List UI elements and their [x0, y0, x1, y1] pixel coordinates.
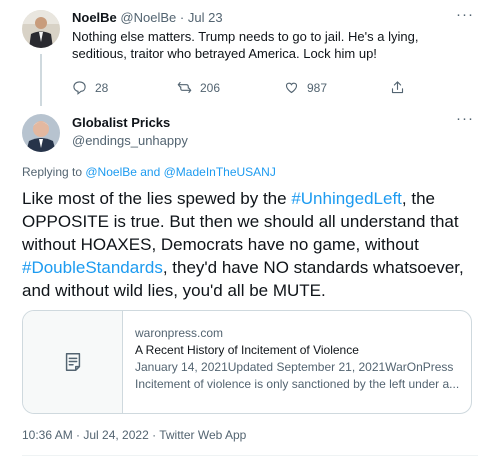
replying-and: and — [136, 165, 164, 179]
replying-prefix: Replying to — [22, 165, 86, 179]
mention-noelbe[interactable]: @NoelBe — [85, 165, 137, 179]
parent-tweet-actions: 28 206 987 — [72, 80, 432, 98]
parent-tweet[interactable]: NoelBe @NoelBe · Jul 23 ··· Nothing else… — [0, 0, 500, 106]
like-count: 987 — [307, 80, 328, 95]
noelbe-avatar[interactable] — [22, 10, 60, 48]
main-author-name[interactable]: Globalist Pricks — [72, 115, 170, 130]
card-thumbnail — [23, 311, 123, 413]
parent-author-handle[interactable]: @NoelBe — [120, 10, 176, 25]
tweet-timestamp[interactable]: 10:36 AM · Jul 24, 2022 · Twitter Web Ap… — [22, 428, 246, 442]
share-icon — [391, 81, 404, 94]
main-tweet-text: Like most of the lies spewed by the #Unh… — [22, 187, 492, 302]
article-icon — [65, 353, 80, 371]
retweet-button[interactable]: 206 — [177, 80, 220, 95]
thread-connector-line — [40, 54, 42, 106]
separator-dot: · — [179, 10, 185, 25]
tweet-text-part: Like most of the lies spewed by the — [22, 189, 292, 208]
card-body: waronpress.com A Recent History of Incit… — [135, 325, 465, 393]
like-button[interactable]: 987 — [284, 80, 327, 95]
more-options-icon[interactable]: ··· — [456, 110, 474, 127]
replying-to-line: Replying to @NoelBe and @MadeInTheUSANJ — [22, 165, 276, 179]
reply-icon — [73, 81, 86, 95]
link-preview-card[interactable]: waronpress.com A Recent History of Incit… — [22, 310, 472, 414]
hashtag-doublestandards[interactable]: #DoubleStandards — [22, 258, 163, 277]
more-options-icon[interactable]: ··· — [456, 6, 474, 23]
like-icon — [285, 82, 298, 94]
parent-tweet-date[interactable]: Jul 23 — [188, 10, 223, 25]
card-title: A Recent History of Incitement of Violen… — [135, 343, 359, 357]
main-author-handle[interactable]: @endings_unhappy — [72, 133, 188, 148]
mention-madeintheusanj[interactable]: @MadeInTheUSANJ — [164, 165, 276, 179]
parent-tweet-header: NoelBe @NoelBe · Jul 23 — [72, 10, 223, 25]
retweet-icon — [177, 81, 192, 94]
retweet-count: 206 — [200, 80, 221, 95]
card-meta: January 14, 2021Updated September 21, 20… — [135, 360, 454, 374]
share-button[interactable] — [390, 80, 405, 95]
card-description: Incitement of violence is only sanctione… — [135, 377, 460, 391]
parent-author-name[interactable]: NoelBe — [72, 10, 117, 25]
reply-button[interactable]: 28 — [72, 80, 108, 95]
hashtag-unhingedleft[interactable]: #UnhingedLeft — [291, 189, 402, 208]
divider — [22, 455, 478, 456]
card-domain: waronpress.com — [135, 326, 224, 340]
globalist-pricks-avatar[interactable] — [22, 114, 60, 152]
reply-count: 28 — [95, 80, 109, 95]
parent-tweet-text: Nothing else matters. Trump needs to go … — [72, 29, 419, 61]
